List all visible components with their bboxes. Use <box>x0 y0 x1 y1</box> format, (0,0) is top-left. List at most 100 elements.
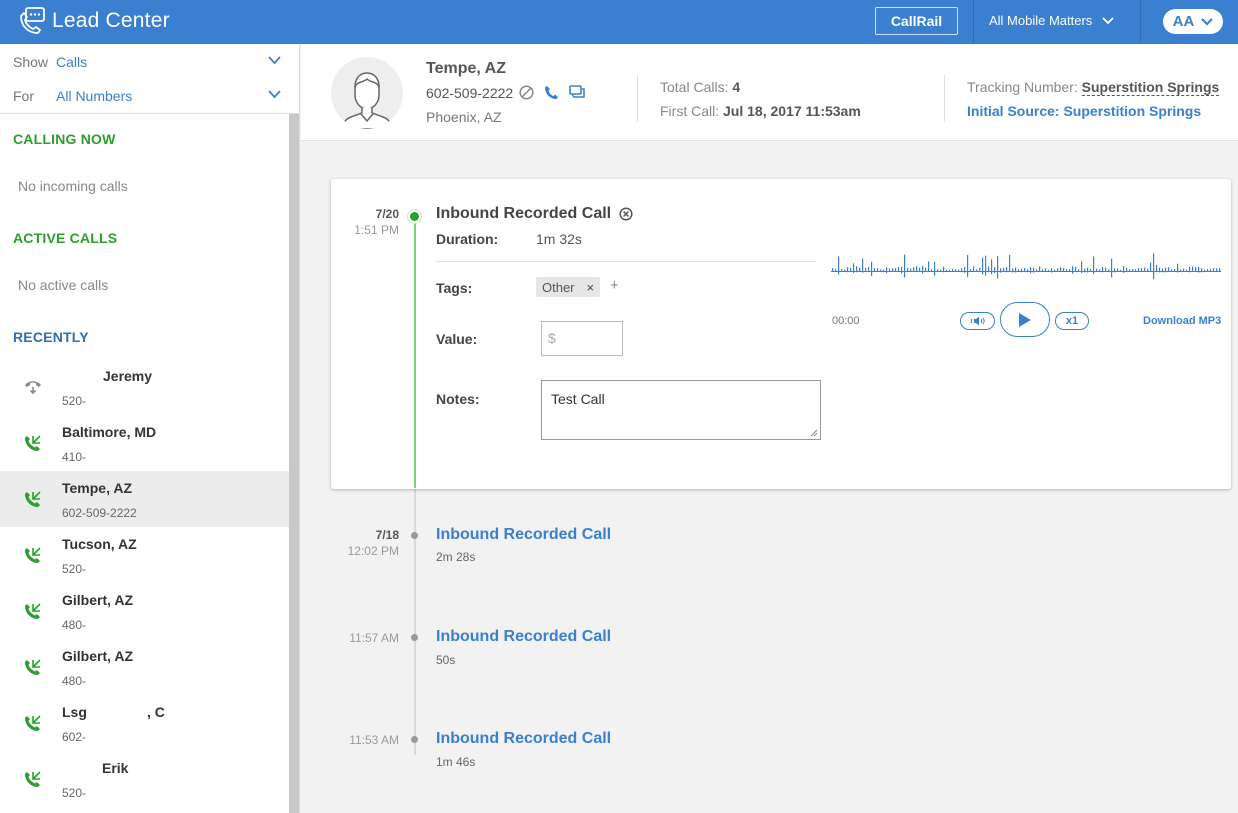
waveform-bar <box>1180 269 1182 272</box>
call-title-link[interactable]: Inbound Recorded Call <box>436 628 611 646</box>
chat-icon[interactable] <box>569 85 586 100</box>
tracking-value[interactable]: Superstition Springs <box>1081 79 1220 96</box>
scrollbar[interactable] <box>289 114 299 813</box>
top-bar: Lead Center CallRail All Mobile Matters … <box>0 0 1238 44</box>
timeline-dot-active <box>408 210 421 223</box>
show-filter[interactable]: Show Calls <box>0 45 299 79</box>
waveform-bar <box>937 269 939 272</box>
account-dropdown[interactable]: All Mobile Matters <box>989 13 1114 28</box>
value-input[interactable]: $ <box>541 321 623 356</box>
recent-call-item[interactable]: Gilbert, AZ 480- <box>0 639 289 695</box>
tag-label: Other <box>542 279 575 295</box>
waveform-bar <box>997 256 999 279</box>
total-calls: Total Calls: 4 <box>660 79 740 95</box>
initial-source-link[interactable]: Initial Source: Superstition Springs <box>967 103 1201 119</box>
waveform-bar <box>994 267 996 274</box>
recent-call-item[interactable]: Baltimore, MD 410- <box>0 415 289 471</box>
waveform-bar <box>967 254 969 278</box>
callrail-button[interactable]: CallRail <box>875 7 958 35</box>
for-value[interactable]: All Numbers <box>56 88 132 104</box>
total-calls-value: 4 <box>732 79 741 95</box>
waveform-bar <box>1042 269 1044 272</box>
inbound-call-icon <box>25 491 41 507</box>
chevron-down-icon[interactable] <box>268 90 281 99</box>
tags-label: Tags: <box>436 280 473 296</box>
recent-call-item[interactable]: Erik 520- <box>0 751 289 807</box>
person-icon <box>342 72 392 129</box>
waveform-bar <box>985 255 987 276</box>
total-calls-label: Total Calls: <box>660 79 729 95</box>
call-title-link[interactable]: Inbound Recorded Call <box>436 730 611 748</box>
download-mp3-link[interactable]: Download MP3 <box>1143 315 1221 327</box>
waveform-bar <box>898 267 900 272</box>
chat-phone-icon <box>20 7 45 34</box>
recent-call-name: Jeremy <box>103 368 153 384</box>
recent-call-item[interactable]: Jeremy 520- <box>0 359 289 415</box>
waveform-bar <box>1195 267 1197 272</box>
user-menu-button[interactable]: AA <box>1163 9 1223 34</box>
inbound-call-icon <box>25 435 41 451</box>
tag-remove-button[interactable]: × <box>587 280 595 295</box>
waveform-bar <box>1141 268 1143 272</box>
first-call: First Call: Jul 18, 2017 11:53am <box>660 103 861 119</box>
resize-handle-icon[interactable] <box>810 429 818 437</box>
phone-icon[interactable] <box>544 85 559 100</box>
waveform-baseline <box>831 271 1221 272</box>
waveform-bar <box>1150 262 1152 272</box>
tag-chip: Other × <box>536 277 601 297</box>
first-call-label: First Call: <box>660 103 720 119</box>
divider <box>0 113 299 114</box>
call-time: 11:53 AM <box>349 733 399 747</box>
recent-call-number: 480- <box>62 618 87 632</box>
contact-phone: 602-509-2222 <box>426 85 514 101</box>
inbound-call-icon <box>25 771 41 787</box>
recent-call-number: 520- <box>62 786 87 800</box>
player-time: 00:00 <box>832 315 860 327</box>
waveform-bar <box>1105 267 1107 272</box>
tracking-label: Tracking Number: <box>967 79 1078 95</box>
timeline-line-active <box>414 215 416 488</box>
waveform-bar <box>1171 269 1173 272</box>
waveform-bar <box>1144 267 1146 272</box>
call-title-link[interactable]: Inbound Recorded Call <box>436 526 611 544</box>
recent-call-number: 520- <box>62 394 87 408</box>
call-time: 12:02 PM <box>347 544 399 558</box>
waveform-bar <box>1138 268 1140 272</box>
waveform-bar <box>970 268 972 272</box>
recently-heading: RECENTLY <box>13 329 89 345</box>
call-title: Inbound Recorded Call <box>436 205 633 223</box>
play-button[interactable] <box>1000 302 1050 337</box>
recent-call-number: 520- <box>62 562 87 576</box>
active-calls-empty: No active calls <box>18 277 109 293</box>
block-icon[interactable] <box>619 207 633 221</box>
playback-speed-button[interactable]: x1 <box>1055 312 1089 330</box>
add-tag-button[interactable]: + <box>610 277 619 294</box>
recent-call-item[interactable]: Gilbert, AZ 480- <box>0 583 289 639</box>
waveform-bar <box>1153 253 1155 280</box>
logo[interactable]: Lead Center <box>18 6 170 36</box>
waveform-bar <box>973 266 975 272</box>
chevron-down-icon[interactable] <box>268 56 281 65</box>
block-icon[interactable] <box>519 85 534 100</box>
notes-textarea[interactable]: Test Call <box>541 380 821 440</box>
for-filter[interactable]: For All Numbers <box>0 79 299 113</box>
call-duration: 1m 46s <box>436 755 476 769</box>
audio-waveform[interactable] <box>831 245 1221 293</box>
waveform-bar <box>1213 268 1215 272</box>
recent-call-name: Erik <box>102 760 129 776</box>
recent-call-item[interactable]: Tucson, AZ 520- <box>0 527 289 583</box>
contact-name: Tempe, AZ <box>426 60 507 77</box>
recent-call-number: 410- <box>62 450 87 464</box>
waveform-bar <box>976 269 978 272</box>
volume-button[interactable] <box>960 312 995 330</box>
active-calls-heading: ACTIVE CALLS <box>13 230 118 246</box>
waveform-bar <box>1090 268 1092 272</box>
show-value[interactable]: Calls <box>56 54 87 70</box>
recent-call-item-selected[interactable]: Tempe, AZ 602-509-2222 <box>0 471 289 527</box>
waveform-bar <box>901 266 903 274</box>
inbound-call-icon <box>25 715 41 731</box>
waveform-bar <box>859 267 861 272</box>
waveform-bar <box>904 254 906 278</box>
recent-call-item[interactable]: Lsg , C 602- <box>0 695 289 751</box>
call-duration: 50s <box>436 653 456 667</box>
